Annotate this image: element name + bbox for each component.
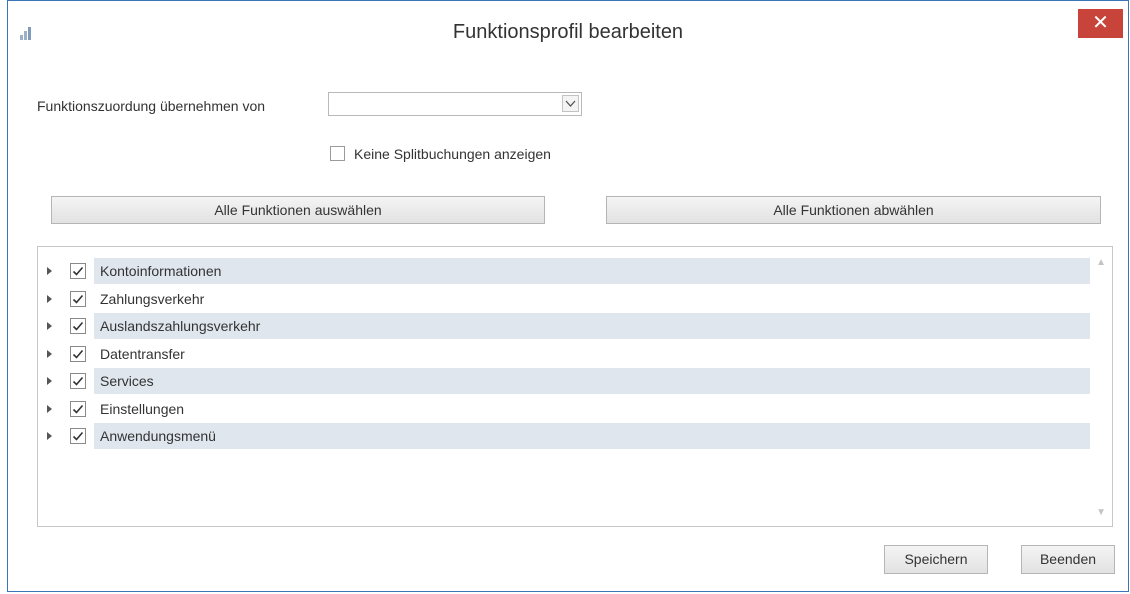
row-label: Datentransfer (100, 345, 185, 362)
expand-arrow-icon[interactable] (47, 294, 52, 303)
expand-arrow-icon[interactable] (47, 267, 52, 275)
tree-row[interactable]: Services (38, 367, 1098, 395)
row-label: Kontoinformationen (100, 263, 222, 279)
expand-arrow-icon[interactable] (47, 432, 52, 440)
tree-row[interactable]: Auslandszahlungsverkehr (38, 312, 1098, 340)
checkmark-icon (72, 266, 84, 276)
tree-row[interactable]: Einstellungen (38, 395, 1098, 423)
select-all-button[interactable]: Alle Funktionen auswählen (51, 196, 545, 224)
row-label: Services (100, 373, 154, 389)
no-split-checkbox[interactable] (330, 146, 345, 161)
row-checkbox[interactable] (70, 290, 86, 307)
row-checkbox[interactable] (70, 428, 86, 444)
checkmark-icon (72, 321, 84, 331)
row-highlight (94, 286, 1090, 312)
tree-row[interactable]: Anwendungsmenü (38, 422, 1098, 450)
checkmark-icon (72, 431, 84, 441)
checkmark-icon (72, 349, 84, 359)
tree-row[interactable]: Zahlungsverkehr (38, 285, 1098, 313)
scroll-down-icon[interactable]: ▼ (1096, 507, 1106, 518)
close-window-button[interactable]: ✕ (1078, 9, 1123, 38)
checkmark-icon (72, 404, 84, 414)
row-checkbox[interactable] (70, 263, 86, 279)
expand-arrow-icon[interactable] (47, 349, 52, 358)
row-highlight (94, 396, 1090, 422)
row-highlight (94, 341, 1090, 367)
row-label: Einstellungen (100, 400, 185, 417)
row-highlight (94, 368, 1090, 394)
chevron-down-icon[interactable] (562, 95, 579, 112)
checkmark-icon (72, 294, 84, 304)
row-label: Anwendungsmenü (100, 428, 216, 444)
no-split-label: Keine Splitbuchungen anzeigen (354, 146, 551, 162)
dialog-title: Funktionsprofil bearbeiten (452, 21, 684, 43)
row-highlight (94, 258, 1090, 284)
expand-arrow-icon[interactable] (47, 377, 52, 385)
row-checkbox[interactable] (70, 318, 86, 334)
expand-arrow-icon[interactable] (47, 322, 52, 330)
deselect-all-button[interactable]: Alle Funktionen abwählen (606, 196, 1101, 224)
copy-from-label: Funktionszuordung übernehmen von (37, 98, 266, 114)
row-checkbox[interactable] (70, 345, 86, 362)
title-bar: Funktionsprofil bearbeiten ✕ (8, 1, 1128, 63)
tree-row[interactable]: Kontoinformationen (38, 257, 1098, 285)
row-label: Auslandszahlungsverkehr (100, 318, 261, 334)
row-highlight (94, 423, 1090, 449)
function-tree[interactable]: Kontoinformationen Zahlungsverkehr Ausland… (37, 246, 1113, 527)
close-button[interactable]: Beenden (1021, 545, 1115, 574)
row-checkbox[interactable] (70, 373, 86, 389)
copy-from-combobox[interactable] (328, 92, 582, 116)
checkmark-icon (72, 376, 84, 386)
tree-row[interactable]: Datentransfer (38, 340, 1098, 368)
save-button[interactable]: Speichern (884, 545, 988, 574)
row-checkbox[interactable] (70, 400, 86, 417)
scroll-up-icon[interactable]: ▲ (1096, 257, 1106, 268)
row-label: Zahlungsverkehr (100, 290, 205, 307)
dialog-window: Funktionsprofil bearbeiten ✕ Funktionszu… (7, 0, 1129, 592)
expand-arrow-icon[interactable] (47, 404, 52, 413)
